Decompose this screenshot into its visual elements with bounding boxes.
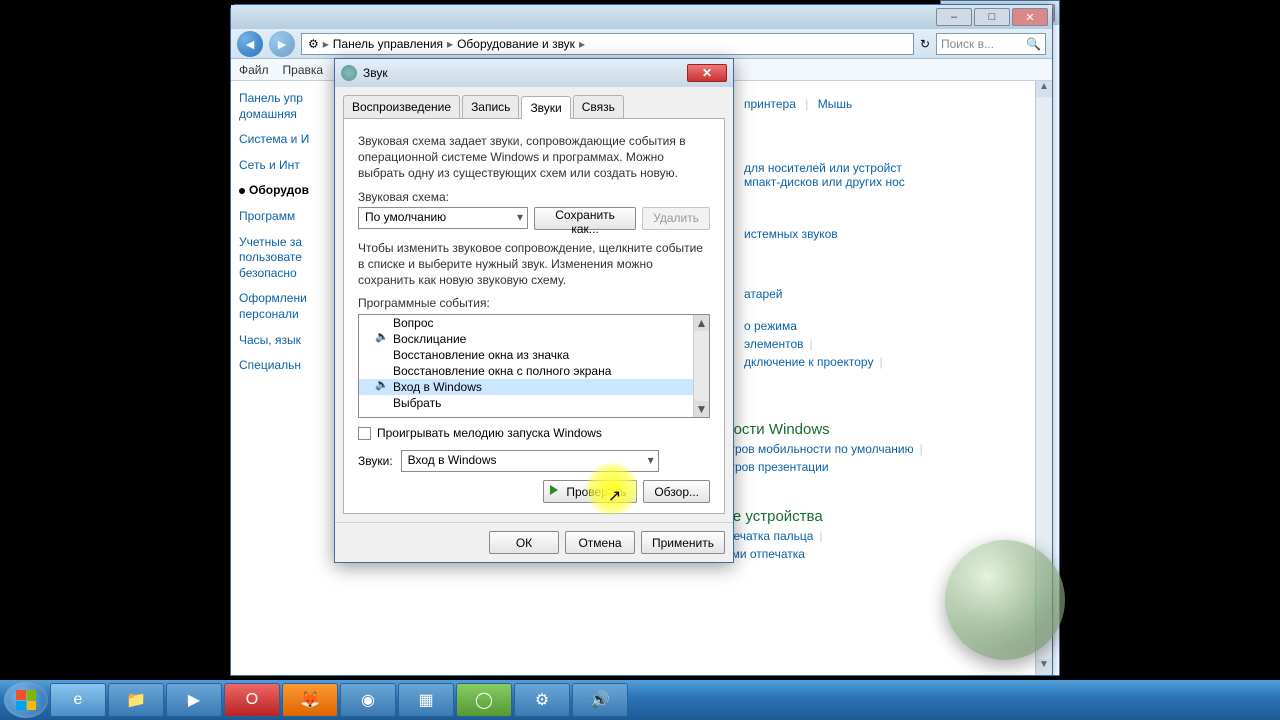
sidebar-item[interactable]: Сеть и Инт bbox=[239, 158, 328, 174]
save-as-button[interactable]: Сохранить как... bbox=[534, 207, 636, 230]
sidebar-item[interactable]: Система и И bbox=[239, 132, 328, 148]
taskbar-opera[interactable]: O bbox=[224, 683, 280, 717]
taskbar: e 📁 ▶ O 🦊 ◉ ▦ ◯ ⚙ 🔊 bbox=[0, 680, 1280, 720]
desktop-orb-decoration bbox=[945, 540, 1065, 660]
search-icon: 🔍 bbox=[1026, 37, 1041, 51]
menu-edit[interactable]: Правка bbox=[283, 63, 324, 77]
taskbar-explorer[interactable]: 📁 bbox=[108, 683, 164, 717]
sounds-label: Звуки: bbox=[358, 454, 393, 468]
speaker-icon bbox=[377, 332, 389, 344]
sidebar-item[interactable]: Оборудов bbox=[239, 183, 328, 199]
event-item[interactable]: Вход в Windows bbox=[359, 379, 709, 395]
link-mouse[interactable]: Мышь bbox=[818, 97, 853, 111]
tab-playback[interactable]: Воспроизведение bbox=[343, 95, 460, 118]
test-button[interactable]: Проверить bbox=[543, 480, 637, 503]
dialog-title: Звук bbox=[363, 66, 687, 80]
event-item[interactable]: Выбрать bbox=[359, 395, 709, 411]
minimize-button[interactable]: – bbox=[936, 8, 972, 26]
tab-strip: Воспроизведение Запись Звуки Связь bbox=[335, 87, 733, 118]
browse-button[interactable]: Обзор... bbox=[643, 480, 710, 503]
link-elements[interactable]: элементов bbox=[744, 337, 804, 351]
sound-combobox[interactable]: Вход в Windows bbox=[401, 450, 659, 472]
apply-button[interactable]: Применить bbox=[641, 531, 725, 554]
tab-recording[interactable]: Запись bbox=[462, 95, 519, 118]
tab-sounds[interactable]: Звуки bbox=[521, 96, 570, 119]
window-titlebar: – □ ✕ bbox=[231, 5, 1052, 29]
dialog-titlebar[interactable]: Звук ✕ bbox=[335, 59, 733, 87]
description-text-2: Чтобы изменить звуковое сопровождение, щ… bbox=[358, 240, 710, 289]
taskbar-sound[interactable]: 🔊 bbox=[572, 683, 628, 717]
taskbar-media[interactable]: ▶ bbox=[166, 683, 222, 717]
link-media[interactable]: для носителей или устройст bbox=[744, 161, 902, 175]
event-item[interactable]: Восстановление окна из значка bbox=[359, 347, 709, 363]
speaker-icon bbox=[377, 380, 389, 392]
taskbar-app[interactable]: ▦ bbox=[398, 683, 454, 717]
sidebar-item[interactable]: Оформлени персонали bbox=[239, 291, 328, 322]
taskbar-chrome[interactable]: ◉ bbox=[340, 683, 396, 717]
startup-sound-checkbox[interactable] bbox=[358, 427, 371, 440]
description-text: Звуковая схема задает звуки, сопровождаю… bbox=[358, 133, 710, 182]
scrollbar[interactable]: ▲▼ bbox=[693, 315, 709, 417]
breadcrumb[interactable]: ⚙ ▸ Панель управления ▸ Оборудование и з… bbox=[301, 33, 914, 55]
event-item[interactable]: Вопрос bbox=[359, 315, 709, 331]
link-sounds[interactable]: истемных звуков bbox=[744, 227, 838, 241]
sound-dialog: Звук ✕ Воспроизведение Запись Звуки Связ… bbox=[334, 58, 734, 563]
startup-sound-label: Проигрывать мелодию запуска Windows bbox=[377, 426, 602, 440]
event-item[interactable]: Восстановление окна с полного экрана bbox=[359, 363, 709, 379]
events-label: Программные события: bbox=[358, 296, 710, 310]
play-icon bbox=[550, 485, 558, 495]
taskbar-ie[interactable]: e bbox=[50, 683, 106, 717]
taskbar-firefox[interactable]: 🦊 bbox=[282, 683, 338, 717]
search-input[interactable]: Поиск в... 🔍 bbox=[936, 33, 1046, 55]
scheme-combobox[interactable]: По умолчанию bbox=[358, 207, 528, 229]
sidebar-item[interactable]: Специальн bbox=[239, 358, 328, 374]
sidebar-item[interactable]: Учетные за пользовате безопасно bbox=[239, 235, 328, 282]
windows-logo-icon bbox=[16, 690, 36, 710]
link-projector[interactable]: дключение к проектору bbox=[744, 355, 873, 369]
sidebar-item[interactable]: Панель упр домашняя bbox=[239, 91, 328, 122]
start-button[interactable] bbox=[4, 682, 48, 718]
breadcrumb-icon: ⚙ bbox=[308, 37, 319, 51]
scheme-label: Звуковая схема: bbox=[358, 190, 710, 204]
events-listbox[interactable]: ВопросВосклицаниеВосстановление окна из … bbox=[358, 314, 710, 418]
dialog-footer: ОК Отмена Применить bbox=[335, 522, 733, 562]
taskbar-green[interactable]: ◯ bbox=[456, 683, 512, 717]
cancel-button[interactable]: Отмена bbox=[565, 531, 635, 554]
link-battery[interactable]: атарей bbox=[744, 287, 783, 301]
maximize-button[interactable]: □ bbox=[974, 8, 1010, 26]
sound-icon bbox=[341, 65, 357, 81]
sidebar: Панель упр домашняя Система и И Сеть и Инт… bbox=[231, 81, 336, 675]
back-button[interactable]: ◄ bbox=[237, 31, 263, 57]
delete-button: Удалить bbox=[642, 207, 710, 230]
tab-communications[interactable]: Связь bbox=[573, 95, 624, 118]
sidebar-item[interactable]: Часы, язык bbox=[239, 333, 328, 349]
forward-button[interactable]: ► bbox=[269, 31, 295, 57]
close-button[interactable]: ✕ bbox=[687, 64, 727, 82]
taskbar-control-panel[interactable]: ⚙ bbox=[514, 683, 570, 717]
link-printer[interactable]: принтера bbox=[744, 97, 796, 111]
link-mode[interactable]: о режима bbox=[744, 319, 797, 333]
ok-button[interactable]: ОК bbox=[489, 531, 559, 554]
close-button[interactable]: ✕ bbox=[1012, 8, 1048, 26]
refresh-icon[interactable]: ↻ bbox=[920, 37, 930, 51]
tab-body: Звуковая схема задает звуки, сопровождаю… bbox=[343, 118, 725, 514]
menu-file[interactable]: Файл bbox=[239, 63, 269, 77]
breadcrumb-part[interactable]: Панель управления bbox=[333, 37, 443, 51]
sidebar-item[interactable]: Программ bbox=[239, 209, 328, 225]
breadcrumb-part[interactable]: Оборудование и звук bbox=[457, 37, 575, 51]
event-item[interactable]: Восклицание bbox=[359, 331, 709, 347]
address-bar-row: ◄ ► ⚙ ▸ Панель управления ▸ Оборудование… bbox=[231, 29, 1052, 59]
